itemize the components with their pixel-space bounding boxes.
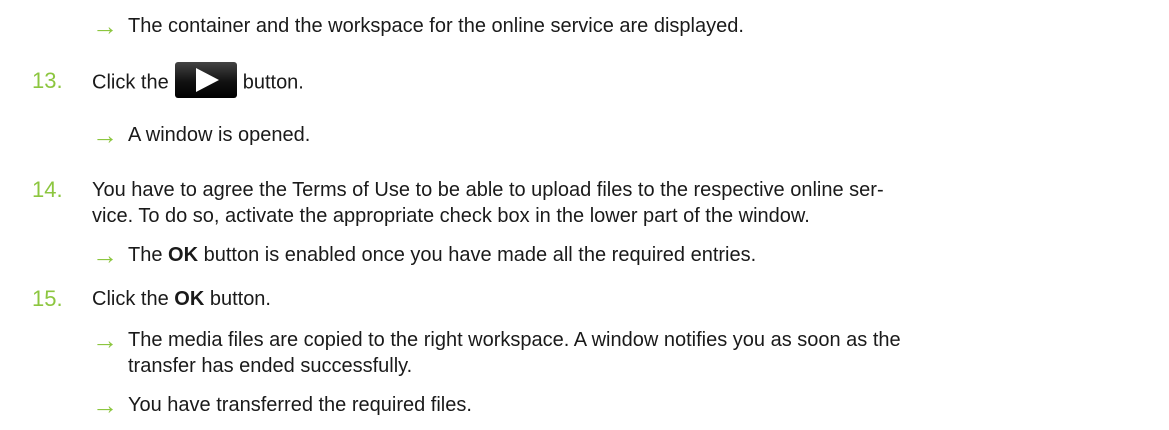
result-text: The container and the workspace for the …	[128, 15, 744, 37]
result-text: A window is opened.	[128, 124, 311, 146]
right-arrow-icon: →	[92, 120, 118, 150]
result-text: The media files are copied to the right …	[128, 329, 901, 351]
ok-label: OK	[174, 288, 205, 310]
step-number: 13.	[32, 68, 63, 93]
right-arrow-icon: →	[92, 390, 118, 420]
play-button[interactable]	[174, 62, 237, 98]
step-text: Click the	[92, 71, 169, 94]
result-text: transfer has ended successfully.	[128, 355, 413, 377]
right-arrow-icon: →	[92, 240, 118, 270]
right-arrow-icon: →	[92, 325, 118, 355]
step-13-text: Click the button.	[92, 62, 304, 98]
step-number: 15.	[32, 286, 63, 311]
result-text: The OK button is enabled once you have m…	[128, 244, 757, 266]
step-text: vice. To do so, activate the appropriate…	[92, 205, 810, 227]
play-icon	[195, 68, 219, 92]
step-number: 14.	[32, 177, 63, 202]
right-arrow-icon: →	[92, 11, 118, 41]
step-text: Click the OK button.	[92, 288, 271, 310]
step-text: You have to agree the Terms of Use to be…	[92, 179, 884, 201]
result-text: You have transferred the required files.	[128, 394, 472, 416]
ok-label: OK	[168, 244, 199, 266]
step-text: button.	[242, 71, 304, 94]
